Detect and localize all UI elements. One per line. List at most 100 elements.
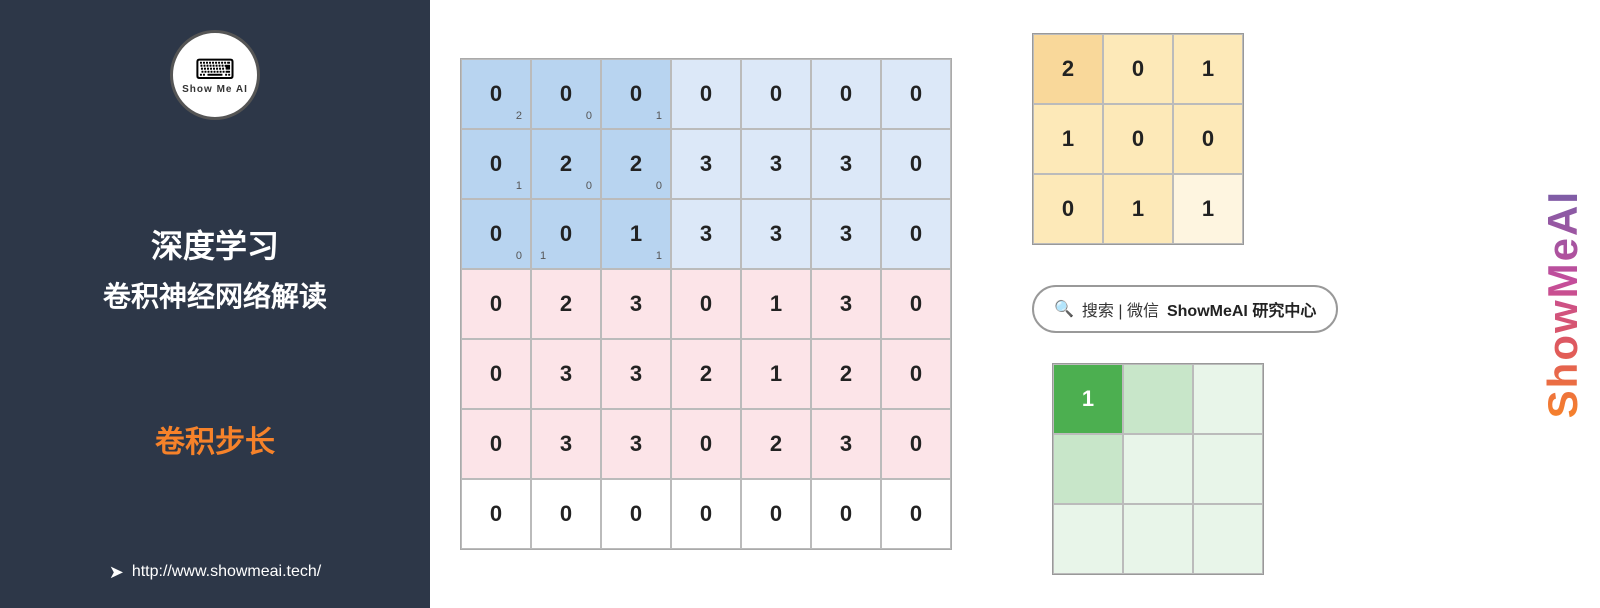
matrix-cell: 0 [671,269,741,339]
cell-subscript: 1 [540,250,546,262]
output-row: 1 [1053,364,1263,434]
matrix-cell: 1 [741,339,811,409]
output-cell: 1 [1053,364,1123,434]
matrix-cell: 00 [461,199,531,269]
matrix-cell: 2 [741,409,811,479]
matrix-row: 0200010000 [461,59,951,129]
output-cell [1123,504,1193,574]
output-cell [1053,504,1123,574]
matrix-cell: 0 [461,339,531,409]
matrix-cell: 2 [531,269,601,339]
output-matrix: 1 [1052,363,1264,575]
matrix-cell: 00 [531,59,601,129]
kernel-row: 011 [1033,174,1243,244]
matrix-cell: 3 [671,129,741,199]
search-icon: 🔍 [1054,299,1074,319]
kernel-cell: 1 [1173,34,1243,104]
title-line1: 深度学习 [103,221,327,267]
kernel-cell: 1 [1033,104,1103,174]
cell-subscript: 0 [586,180,592,192]
matrix-cell: 0 [671,59,741,129]
vertical-brand-area: ShowMeAI [1535,0,1590,608]
matrix-cell: 0 [461,479,531,549]
matrix-cell: 3 [601,269,671,339]
matrix-cell: 3 [811,129,881,199]
logo-icon: ⌨ [195,56,235,84]
matrix-cell: 20 [531,129,601,199]
main-area: 0200010000012020333000011133300230130033… [430,0,1600,608]
matrix-cell: 3 [741,129,811,199]
matrix-row: 0120203330 [461,129,951,199]
matrix-cell: 3 [811,199,881,269]
matrix-cell: 3 [811,269,881,339]
matrix-row: 0000000 [461,479,951,549]
matrix-cell: 3 [811,409,881,479]
matrix-cell: 3 [741,199,811,269]
matrix-cell: 0 [741,479,811,549]
search-box[interactable]: 🔍 搜索 | 微信 ShowMeAI 研究中心 [1032,285,1338,333]
matrix-cell: 01 [531,199,601,269]
website-area: ➤ http://www.showmeai.tech/ [109,562,322,583]
output-cell [1053,434,1123,504]
kernel-matrix: 201100011 [1032,33,1244,245]
matrix-row: 0332120 [461,339,951,409]
cell-subscript: 1 [656,110,662,122]
matrix-cell: 0 [881,269,951,339]
logo-circle: ⌨ Show Me AI [170,30,260,120]
section-label: 卷积步长 [155,417,275,461]
matrix-cell: 0 [461,409,531,479]
cell-subscript: 0 [656,180,662,192]
kernel-cell: 2 [1033,34,1103,104]
search-brand: ShowMeAI 研究中心 [1167,297,1316,321]
left-panel: ⌨ Show Me AI 深度学习 卷积神经网络解读 卷积步长 ➤ http:/… [0,0,430,608]
matrix-cell: 0 [881,199,951,269]
matrix-cell: 3 [671,199,741,269]
logo-text: Show Me AI [182,84,248,95]
kernel-cell: 0 [1173,104,1243,174]
matrix-cell: 0 [811,479,881,549]
matrix-cell: 1 [741,269,811,339]
kernel-cell: 0 [1103,104,1173,174]
kernel-cell: 0 [1103,34,1173,104]
matrix-cell: 0 [811,59,881,129]
output-row [1053,434,1263,504]
cell-subscript: 1 [516,180,522,192]
vertical-brand-text: ShowMeAI [1539,190,1587,418]
title-line2: 卷积神经网络解读 [103,275,327,315]
matrix-cell: 0 [881,479,951,549]
matrix-row: 0001113330 [461,199,951,269]
title-area: 深度学习 卷积神经网络解读 [103,221,327,315]
matrix-cell: 0 [881,129,951,199]
kernel-cell: 0 [1033,174,1103,244]
logo-area: ⌨ Show Me AI [170,30,260,120]
matrix-cell: 0 [671,409,741,479]
large-matrix: 0200010000012020333000011133300230130033… [460,58,952,550]
kernel-row: 201 [1033,34,1243,104]
matrix-cell: 02 [461,59,531,129]
matrix-row: 0230130 [461,269,951,339]
output-cell [1193,434,1263,504]
matrix-cell: 2 [811,339,881,409]
matrix-cell: 11 [601,199,671,269]
kernel-cell: 1 [1173,174,1243,244]
cursor-icon: ➤ [109,562,124,583]
cell-subscript: 0 [516,250,522,262]
matrix-cell: 0 [741,59,811,129]
matrix-cell: 0 [881,409,951,479]
matrix-cell: 3 [531,339,601,409]
matrix-cell: 01 [601,59,671,129]
matrix-cell: 0 [881,339,951,409]
kernel-row: 100 [1033,104,1243,174]
matrix-cell: 0 [881,59,951,129]
matrix-cell: 20 [601,129,671,199]
matrix-cell: 3 [531,409,601,479]
output-row [1053,504,1263,574]
cell-subscript: 1 [656,250,662,262]
matrix-cell: 3 [601,409,671,479]
output-cell [1123,364,1193,434]
matrix-cell: 3 [601,339,671,409]
website-text: http://www.showmeai.tech/ [132,563,321,581]
kernel-cell: 1 [1103,174,1173,244]
cell-subscript: 0 [586,110,592,122]
matrix-row: 0330230 [461,409,951,479]
